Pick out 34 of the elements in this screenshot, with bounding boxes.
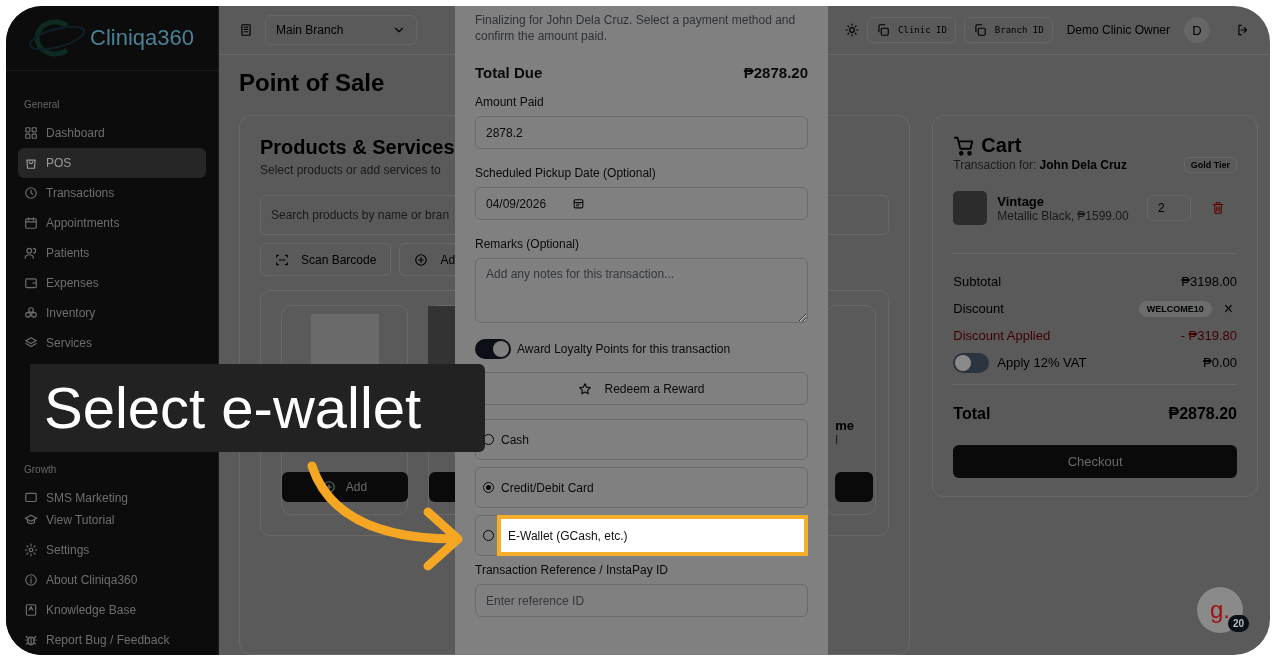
summary-value: ₱2878.20 (1168, 405, 1237, 423)
dialog-description: Finalizing for John Dela Cruz. Select a payment method and confirm the amount paid. (475, 12, 797, 44)
page-title: Point of Sale (239, 69, 385, 97)
count-badge: 20 (1228, 615, 1250, 632)
summary-value: ₱3198.00 (1181, 274, 1237, 289)
summary-value: - ₱319.80 (1180, 328, 1237, 343)
field-label: Amount Paid (475, 95, 544, 109)
item-name: Vintage (997, 193, 1046, 209)
item-detail: Metallic Black, ₱1599.00 (997, 208, 1130, 223)
user-name: Demo Clinic Owner (1066, 23, 1170, 37)
total-due-label: Total Due (475, 64, 543, 81)
field-label: Scheduled Pickup Date (Optional) (475, 166, 656, 180)
section-heading: Growth (23, 463, 58, 477)
card-subtitle: Select products or add services to (260, 163, 441, 177)
customer-text: Transaction for: John Dela Cruz (953, 158, 1127, 172)
summary-label: Apply 12% VAT (997, 355, 1087, 370)
product-name: me (835, 418, 855, 433)
summary-label: Discount Applied (953, 328, 1051, 343)
section-heading: General (23, 98, 61, 112)
tutorial-tooltip: Select e-wallet (30, 364, 485, 452)
toggle-label: Award Loyalty Points for this transaction (517, 342, 731, 356)
logo-text: Cliniqa360 (90, 25, 194, 51)
tier-badge: Gold Tier (1183, 157, 1237, 173)
card-title: Cart (981, 134, 1022, 157)
summary-label: Subtotal (953, 274, 1001, 289)
card-title: Products & Services (260, 136, 455, 159)
summary-label: Discount (953, 301, 1004, 316)
summary-label: Total (953, 405, 991, 423)
product-detail: l (835, 433, 838, 447)
summary-value: ₱0.00 (1203, 355, 1237, 370)
total-due-value: ₱2878.20 (743, 64, 808, 81)
field-label: Remarks (Optional) (475, 237, 580, 251)
field-label: Transaction Reference / InstaPay ID (475, 563, 668, 577)
discount-code: WELCOME10 (1138, 300, 1212, 317)
